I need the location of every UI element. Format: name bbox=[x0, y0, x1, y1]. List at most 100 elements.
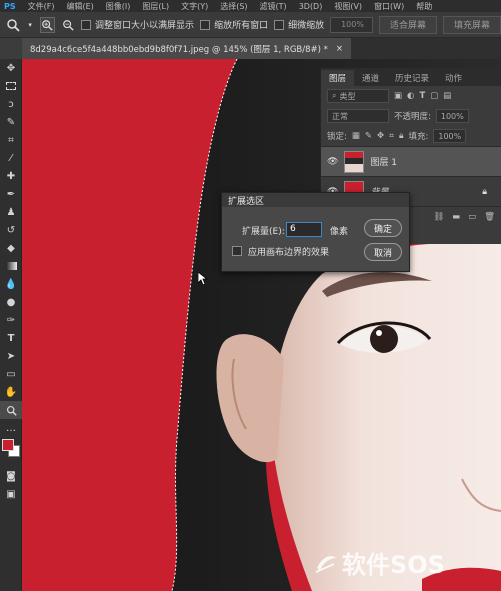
zoom-all-label: 缩放所有窗口 bbox=[214, 21, 269, 31]
dodge-tool-icon[interactable]: ● bbox=[0, 293, 22, 311]
move-tool-icon[interactable]: ✥ bbox=[0, 59, 22, 77]
cancel-button[interactable]: 取消 bbox=[364, 243, 402, 261]
screen-mode-icon[interactable]: ▣ bbox=[0, 485, 22, 503]
layer-filter-row: ⌕ 类型 ▣ ◐ T ▢ ▤ bbox=[321, 86, 501, 106]
menu-type[interactable]: 文字(Y) bbox=[181, 1, 208, 12]
zoom-out-icon[interactable] bbox=[61, 17, 76, 33]
hand-tool-icon[interactable]: ✋ bbox=[0, 383, 22, 401]
resize-window-checkbox[interactable] bbox=[81, 19, 92, 30]
layer-row-layer1[interactable]: 👁︎ 图层 1 bbox=[321, 146, 501, 176]
document-tab[interactable]: 8d29a4c6ce5f4a448bb0ebd9b8f0f71.jpeg @ 1… bbox=[22, 38, 352, 59]
expand-amount-label: 扩展量(E): bbox=[242, 227, 285, 237]
menu-file[interactable]: 文件(F) bbox=[28, 1, 55, 12]
menu-filter[interactable]: 滤镜(T) bbox=[260, 1, 287, 12]
menu-image[interactable]: 图像(I) bbox=[106, 1, 131, 12]
marquee-tool-icon[interactable] bbox=[0, 77, 22, 95]
eyedropper-tool-icon[interactable]: ⁄ bbox=[0, 149, 22, 167]
document-title: 8d29a4c6ce5f4a448bb0ebd9b8f0f71.jpeg @ 1… bbox=[30, 44, 328, 55]
type-tool-icon[interactable]: T bbox=[0, 329, 22, 347]
toolbox: ✥ ↄ ✎ ⌗ ⁄ ✚ ✒ ♟ ↺ ◆ 💧 ● ✑ T ➤ ▭ ✋ … ◙ ▣ bbox=[0, 59, 22, 591]
brush-tool-icon[interactable]: ✒ bbox=[0, 185, 22, 203]
menu-3d[interactable]: 3D(D) bbox=[299, 2, 323, 11]
menu-help[interactable]: 帮助 bbox=[416, 1, 432, 12]
history-brush-tool-icon[interactable]: ↺ bbox=[0, 221, 22, 239]
more-tools-icon[interactable]: … bbox=[0, 419, 22, 437]
resize-window-option[interactable]: 调整窗口大小以满屏显示 bbox=[81, 18, 194, 31]
zoom-tool-preset-icon[interactable] bbox=[6, 17, 21, 33]
smart-object-filter-icon[interactable]: ▤ bbox=[443, 91, 451, 101]
adjustment-filter-icon[interactable]: ◐ bbox=[407, 91, 414, 101]
pen-tool-icon[interactable]: ✑ bbox=[0, 311, 22, 329]
blend-mode-select[interactable]: 正常 bbox=[327, 109, 389, 123]
lock-position-icon[interactable]: ✥ bbox=[377, 131, 384, 141]
menu-select[interactable]: 选择(S) bbox=[220, 1, 247, 12]
lock-transparent-icon[interactable]: ▦ bbox=[352, 131, 360, 141]
scrubby-zoom-label: 细微缩放 bbox=[288, 21, 325, 31]
new-layer-icon[interactable]: ▭ bbox=[468, 212, 476, 222]
link-layers-icon[interactable]: ⛓︎ bbox=[433, 212, 444, 222]
watermark-logo-icon bbox=[315, 555, 336, 573]
healing-brush-tool-icon[interactable]: ✚ bbox=[0, 167, 22, 185]
blend-opacity-row: 正常 不透明度: 100% bbox=[321, 106, 501, 126]
photoshop-logo: PS bbox=[4, 1, 16, 11]
lock-all-icon[interactable]: 🔒︎ bbox=[399, 131, 404, 141]
close-tab-icon[interactable]: × bbox=[336, 44, 343, 54]
lock-icon: 🔒︎ bbox=[482, 186, 487, 197]
expand-amount-input[interactable]: 6 bbox=[286, 222, 322, 237]
new-group-icon[interactable]: ▬ bbox=[452, 212, 460, 222]
crop-tool-icon[interactable]: ⌗ bbox=[0, 131, 22, 149]
ok-button[interactable]: 确定 bbox=[364, 219, 402, 237]
lock-pixels-icon[interactable]: ✎ bbox=[365, 131, 372, 141]
fill-field[interactable]: 100% bbox=[433, 129, 467, 143]
rectangle-tool-icon[interactable]: ▭ bbox=[0, 365, 22, 383]
menu-view[interactable]: 视图(V) bbox=[334, 1, 362, 12]
eraser-tool-icon[interactable]: ◆ bbox=[0, 239, 22, 257]
foreground-color-swatch[interactable] bbox=[2, 439, 14, 451]
search-icon: ⌕ bbox=[332, 91, 337, 100]
lock-fill-row: 锁定: ▦ ✎ ✥ ⌗ 🔒︎ 填充: 100% bbox=[321, 126, 501, 146]
layer1-thumbnail bbox=[344, 150, 365, 173]
zoom-all-checkbox[interactable] bbox=[200, 19, 211, 30]
path-selection-tool-icon[interactable]: ➤ bbox=[0, 347, 22, 365]
chevron-down-icon[interactable]: ▾ bbox=[27, 17, 34, 33]
tab-history[interactable]: 历史记录 bbox=[387, 70, 437, 86]
menu-layer[interactable]: 图层(L) bbox=[142, 1, 169, 12]
clone-stamp-tool-icon[interactable]: ♟ bbox=[0, 203, 22, 221]
watermark: 软件SOS bbox=[314, 545, 445, 580]
lock-artboard-icon[interactable]: ⌗ bbox=[389, 131, 394, 141]
tab-channels[interactable]: 通道 bbox=[354, 70, 387, 86]
tab-layers[interactable]: 图层 bbox=[321, 70, 355, 86]
opacity-label: 不透明度: bbox=[394, 112, 431, 122]
zoom-in-icon[interactable] bbox=[39, 16, 55, 33]
quick-select-tool-icon[interactable]: ✎ bbox=[0, 113, 22, 131]
quick-mask-icon[interactable]: ◙ bbox=[0, 467, 22, 485]
scrubby-zoom-option[interactable]: 细微缩放 bbox=[274, 18, 324, 31]
zoom-all-option[interactable]: 缩放所有窗口 bbox=[200, 18, 268, 31]
menu-window[interactable]: 窗口(W) bbox=[374, 1, 404, 12]
fill-screen-button[interactable]: 填充屏幕 bbox=[442, 15, 501, 34]
menu-edit[interactable]: 编辑(E) bbox=[66, 1, 93, 12]
layer1-name: 图层 1 bbox=[370, 158, 398, 168]
gradient-tool-icon[interactable] bbox=[0, 257, 22, 275]
lasso-tool-icon[interactable]: ↄ bbox=[0, 95, 22, 113]
panel-tabs: 图层 通道 历史记录 动作 bbox=[321, 68, 501, 86]
zoom-percent-field[interactable]: 100% bbox=[330, 16, 373, 33]
color-swatches[interactable] bbox=[0, 437, 21, 467]
scrubby-zoom-checkbox[interactable] bbox=[274, 19, 285, 30]
fill-label: 填充: bbox=[408, 132, 429, 142]
visibility-eye-icon[interactable]: 👁︎ bbox=[327, 157, 338, 167]
tab-actions[interactable]: 动作 bbox=[437, 70, 470, 86]
delete-layer-icon[interactable]: 🗑︎ bbox=[484, 212, 495, 222]
zoom-tool-icon[interactable] bbox=[0, 401, 22, 419]
apply-canvas-checkbox[interactable] bbox=[232, 246, 242, 256]
shape-filter-icon[interactable]: ▢ bbox=[430, 91, 438, 101]
filter-kind-value: 类型 bbox=[339, 91, 356, 101]
image-filter-icon[interactable]: ▣ bbox=[394, 91, 402, 101]
apply-canvas-label: 应用画布边界的效果 bbox=[248, 248, 330, 258]
unit-label: 像素 bbox=[330, 227, 349, 237]
fit-screen-button[interactable]: 适合屏幕 bbox=[378, 15, 437, 34]
filter-kind-select[interactable]: ⌕ 类型 bbox=[327, 89, 389, 103]
type-filter-icon[interactable]: T bbox=[419, 91, 425, 101]
blur-tool-icon[interactable]: 💧 bbox=[0, 275, 22, 293]
opacity-field[interactable]: 100% bbox=[435, 109, 469, 123]
